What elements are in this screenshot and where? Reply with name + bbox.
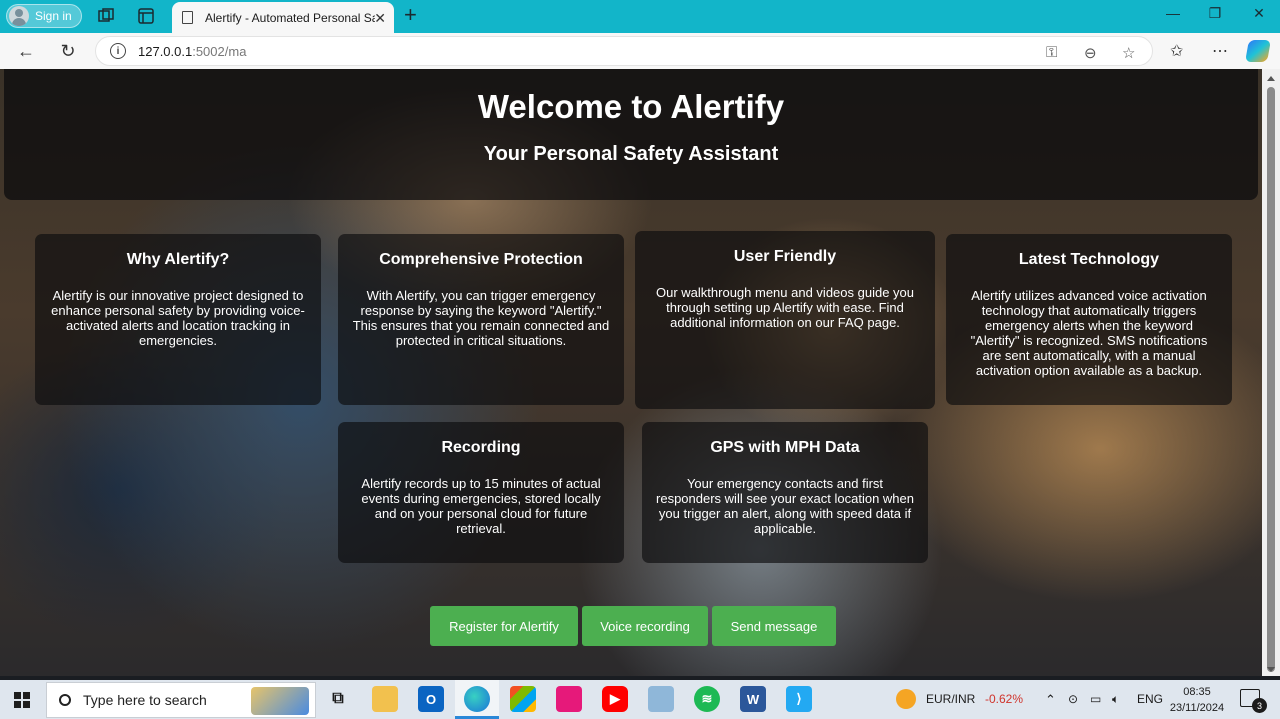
card-title: Comprehensive Protection (379, 251, 583, 268)
site-info-icon[interactable]: i (110, 43, 126, 59)
clock-time: 08:35 (1183, 686, 1211, 698)
feature-card-gps: GPS with MPH Data Your emergency contact… (642, 422, 928, 563)
more-menu-icon[interactable]: ⋯ (1212, 41, 1228, 61)
feature-card-technology: Latest Technology Alertify utilizes adva… (946, 234, 1232, 405)
search-icon (59, 694, 71, 706)
page-subtitle: Your Personal Safety Assistant (483, 143, 779, 165)
sign-in-label: Sign in (35, 9, 72, 23)
card-title: Recording (441, 439, 521, 456)
windows-start-icon[interactable] (14, 692, 30, 708)
page-icon (182, 11, 193, 24)
card-text: Our walkthrough menu and videos guide yo… (656, 285, 914, 330)
currency-change[interactable]: -0.62% (985, 692, 1023, 706)
address-bar[interactable]: i 127.0.0.1:5002/ma ⚿ ⊖ ☆ (95, 36, 1153, 66)
profile-avatar-icon (9, 6, 29, 26)
sign-in-button[interactable]: Sign in (6, 4, 82, 28)
url-host: 127.0.0.1 (138, 43, 193, 59)
outlook-icon[interactable]: O (418, 686, 444, 712)
vscode-icon[interactable]: ⟩ (786, 686, 812, 712)
language-indicator[interactable]: ENG (1137, 692, 1163, 706)
close-window-icon[interactable]: ✕ (1236, 5, 1280, 22)
favorite-star-icon[interactable]: ☆ (1122, 44, 1135, 62)
volume-icon[interactable]: 🔈︎ (1112, 692, 1119, 707)
page-viewport: Welcome to Alertify Your Personal Safety… (0, 69, 1262, 676)
notifications-icon[interactable]: 3 (1240, 689, 1267, 713)
meet-now-icon[interactable]: ⊙ (1068, 692, 1078, 706)
scroll-down-icon[interactable] (1267, 667, 1275, 672)
card-text: Alertify utilizes advanced voice activat… (970, 288, 1208, 378)
restore-icon[interactable]: ❐ (1192, 5, 1238, 22)
scroll-up-icon[interactable] (1267, 76, 1275, 81)
search-highlight-image (251, 687, 309, 715)
browser-toolbar: ← ↻ i 127.0.0.1:5002/ma ⚿ ⊖ ☆ ✩ ⋯ (0, 33, 1280, 69)
currency-pair[interactable]: EUR/INR (926, 692, 975, 706)
task-view-icon[interactable]: ⧉ (325, 686, 351, 712)
refresh-icon[interactable]: ↻ (56, 39, 80, 63)
minimize-icon[interactable]: — (1150, 5, 1196, 21)
copilot-icon[interactable] (1245, 40, 1271, 62)
zoom-icon[interactable]: ⊖ (1084, 44, 1097, 62)
show-hidden-icons-chevron-icon[interactable]: ⌃ (1045, 692, 1056, 708)
windows-taskbar: Type here to search ⧉ O ▶ ≋ W ⟩ EUR/INR … (0, 680, 1280, 719)
tab-actions-icon[interactable] (136, 6, 156, 26)
feature-card-recording: Recording Alertify records up to 15 minu… (338, 422, 624, 563)
word-icon[interactable]: W (740, 686, 766, 712)
tab-title: Alertify - Automated Personal Saf (205, 10, 375, 25)
browser-tab-strip: Sign in Alertify - Automated Personal Sa… (0, 0, 1280, 33)
notes-app-icon[interactable] (648, 686, 674, 712)
card-text: Alertify is our innovative project desig… (51, 288, 305, 348)
page-title: Welcome to Alertify (477, 88, 785, 125)
taskbar-search-box[interactable]: Type here to search (46, 682, 316, 718)
favorites-icon[interactable]: ✩ (1170, 41, 1183, 61)
workspaces-icon[interactable] (96, 6, 116, 26)
card-title: Why Alertify? (126, 251, 230, 268)
voice-recording-button[interactable]: Voice recording (582, 606, 708, 646)
pink-app-icon[interactable] (556, 686, 582, 712)
card-title: GPS with MPH Data (710, 439, 860, 456)
close-tab-icon[interactable]: ✕ (374, 10, 386, 27)
url-path: :5002/ma (192, 43, 247, 59)
feature-card-protection: Comprehensive Protection With Alertify, … (338, 234, 624, 405)
feature-card-user-friendly: User Friendly Our walkthrough menu and v… (635, 231, 935, 409)
spotify-icon[interactable]: ≋ (694, 686, 720, 712)
page-scrollbar[interactable] (1262, 69, 1280, 676)
feature-card-why: Why Alertify? Alertify is our innovative… (35, 234, 321, 405)
new-tab-icon[interactable]: + (404, 4, 417, 26)
card-text: Alertify records up to 15 minutes of act… (361, 476, 601, 536)
scrollbar-thumb[interactable] (1267, 87, 1275, 672)
key-icon[interactable]: ⚿ (1046, 44, 1057, 61)
currency-widget-icon[interactable] (896, 689, 916, 709)
send-message-button[interactable]: Send message (712, 606, 836, 646)
search-placeholder: Type here to search (83, 692, 207, 708)
back-icon[interactable]: ← (14, 39, 38, 63)
card-title: User Friendly (733, 248, 837, 265)
clock-date: 23/11/2024 (1169, 702, 1225, 714)
card-text: With Alertify, you can trigger emergency… (352, 288, 610, 348)
youtube-icon[interactable]: ▶ (602, 686, 628, 712)
notification-count: 3 (1252, 698, 1267, 713)
card-title: Latest Technology (1018, 251, 1160, 268)
card-text: Your emergency contacts and first respon… (656, 476, 914, 536)
register-button[interactable]: Register for Alertify (430, 606, 578, 646)
hero-banner: Welcome to Alertify Your Personal Safety… (4, 69, 1258, 200)
microsoft-store-icon[interactable] (510, 686, 536, 712)
file-explorer-icon[interactable] (372, 686, 398, 712)
battery-icon[interactable]: ▭ (1090, 692, 1101, 706)
taskbar-clock[interactable]: 08:35 23/11/2024 (1164, 684, 1230, 716)
active-tab[interactable]: Alertify - Automated Personal Saf ✕ (172, 2, 394, 33)
edge-icon[interactable] (464, 686, 490, 712)
